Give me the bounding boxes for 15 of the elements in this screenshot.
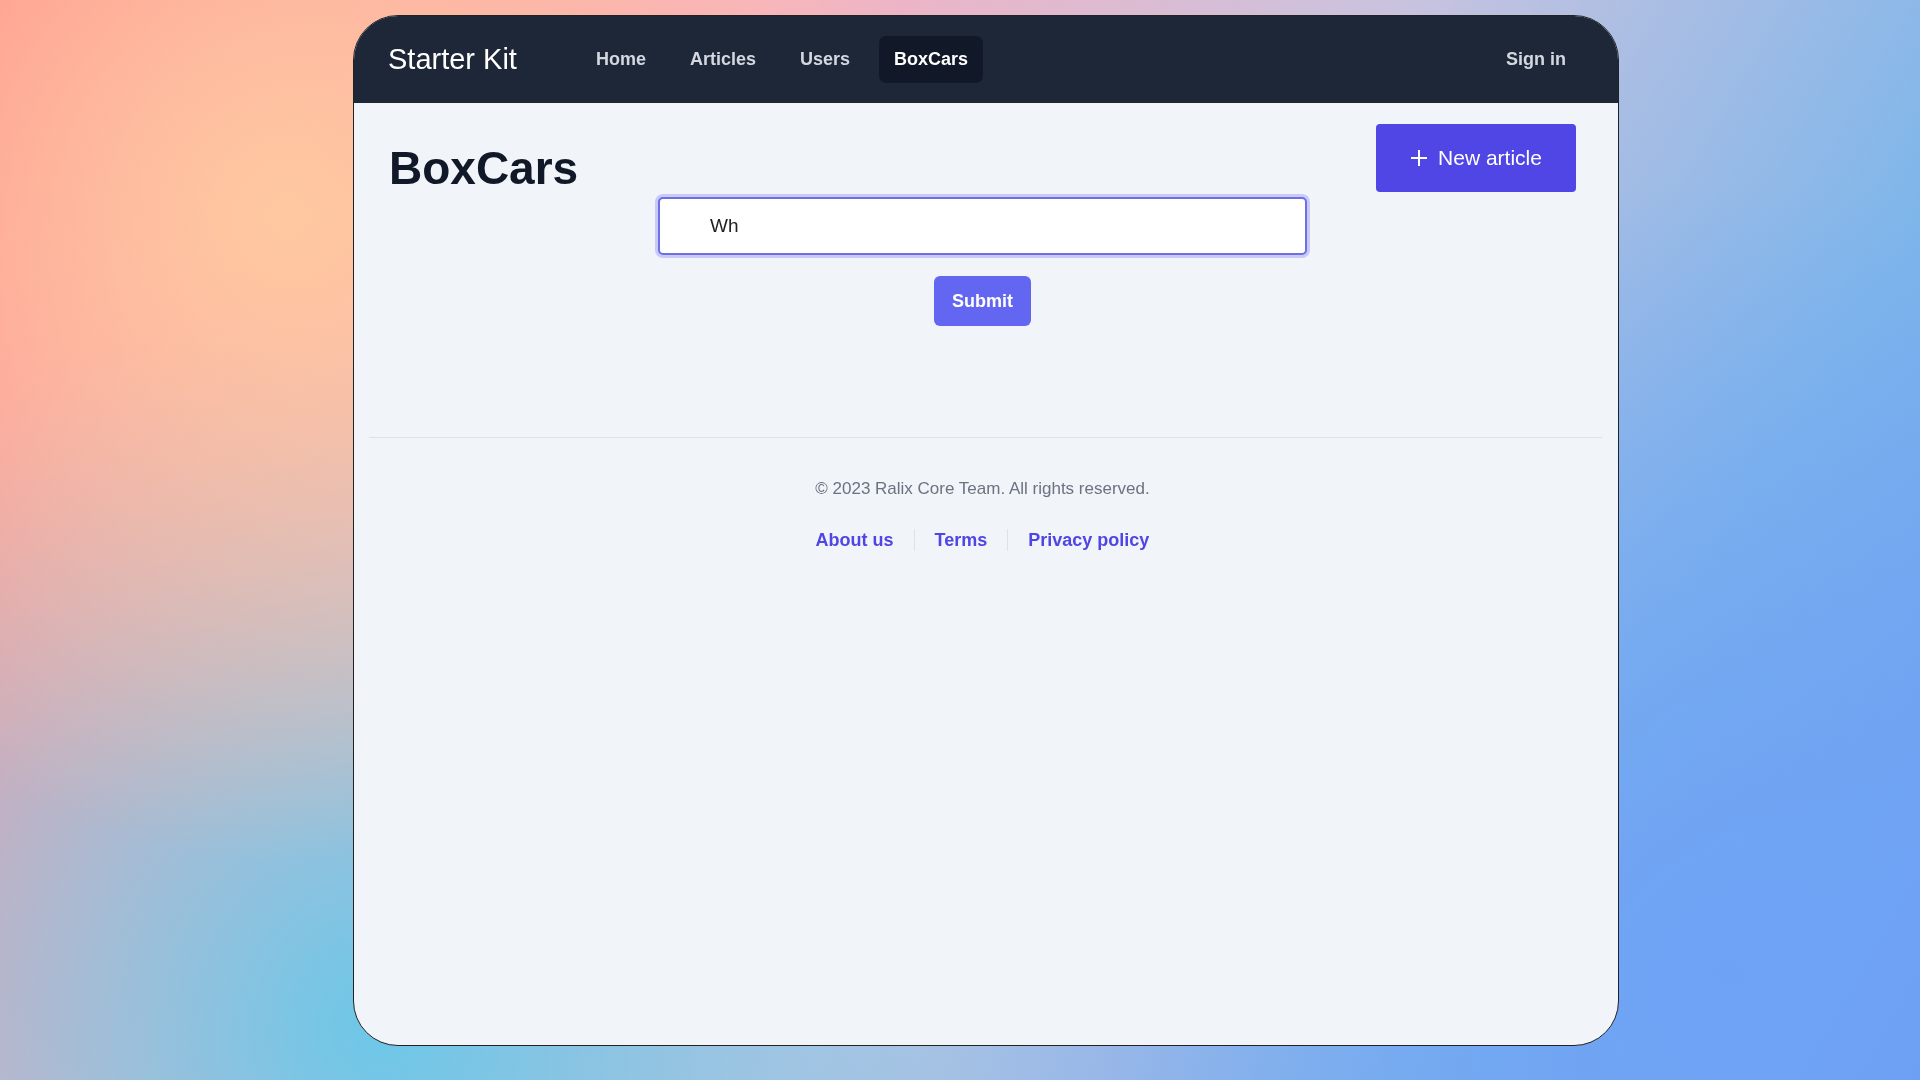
- brand-link[interactable]: Starter Kit: [388, 43, 517, 76]
- new-article-button[interactable]: New article: [1376, 124, 1576, 192]
- submit-button[interactable]: Submit: [934, 276, 1031, 326]
- plus-icon: [1410, 149, 1429, 167]
- footer-link[interactable]: Privacy policy: [1028, 529, 1150, 551]
- text-input-field[interactable]: Wh: [658, 197, 1307, 255]
- nav-link[interactable]: Users: [785, 36, 866, 83]
- nav-link[interactable]: BoxCars: [879, 36, 984, 83]
- footer-link[interactable]: About us: [815, 529, 894, 551]
- nav-link[interactable]: Articles: [674, 36, 771, 83]
- copyright-text: © 2023 Ralix Core Team. All rights reserved.: [815, 479, 1150, 499]
- nav-link[interactable]: Home: [580, 36, 661, 83]
- page-title: BoxCars: [389, 141, 579, 195]
- sign-in-link[interactable]: Sign in: [1506, 49, 1566, 70]
- footer-link[interactable]: Terms: [934, 529, 988, 551]
